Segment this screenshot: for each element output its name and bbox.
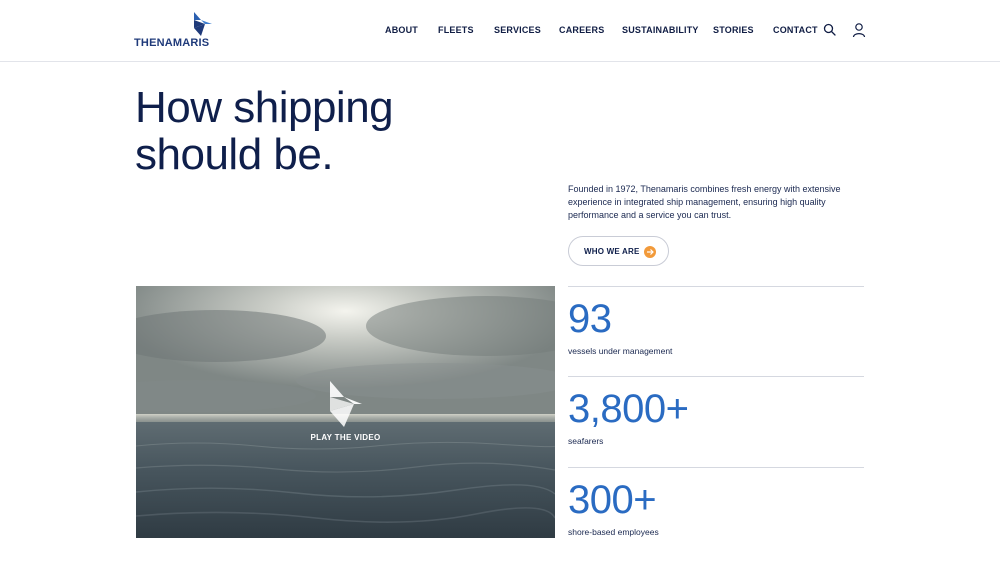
- stat-vessels: 93 vessels under management: [568, 286, 864, 376]
- logo-sail-icon: [194, 12, 212, 36]
- stat-seafarers: 3,800+ seafarers: [568, 376, 864, 467]
- arrow-right-icon: [644, 246, 656, 258]
- stat-label: shore-based employees: [568, 527, 659, 537]
- user-icon[interactable]: [852, 22, 866, 38]
- stat-employees: 300+ shore-based employees: [568, 467, 864, 547]
- intro-paragraph: Founded in 1972, Thenamaris combines fre…: [568, 184, 841, 220]
- who-we-are-label: WHO WE ARE: [584, 247, 640, 256]
- nav-services[interactable]: SERVICES: [494, 25, 541, 35]
- play-video-label: PLAY THE VIDEO: [310, 433, 381, 442]
- stat-value: 93: [568, 297, 612, 341]
- play-video-icon[interactable]: [328, 381, 364, 427]
- video-player[interactable]: PLAY THE VIDEO: [136, 286, 555, 538]
- logo-wordmark: THENAMARIS: [134, 37, 210, 49]
- nav-fleets[interactable]: FLEETS: [438, 25, 474, 35]
- who-we-are-button[interactable]: WHO WE ARE: [568, 236, 669, 266]
- search-icon[interactable]: [823, 22, 837, 38]
- stat-value: 300+: [568, 478, 657, 522]
- stat-label: vessels under management: [568, 346, 673, 356]
- nav-contact[interactable]: CONTACT: [773, 25, 818, 35]
- stat-value: 3,800+: [568, 387, 689, 431]
- nav-sustainability[interactable]: SUSTAINABILITY: [622, 25, 699, 35]
- stat-label: seafarers: [568, 436, 604, 446]
- hero-title-line-2: should be.: [135, 130, 334, 179]
- nav-about[interactable]: ABOUT: [385, 25, 418, 35]
- hero-title: How shipping should be.: [135, 84, 555, 178]
- hero-title-line-1: How shipping: [135, 83, 394, 132]
- nav-stories[interactable]: STORIES: [713, 25, 754, 35]
- site-header: THENAMARIS ABOUT FLEETS SERVICES CAREERS…: [0, 0, 1000, 62]
- nav-careers[interactable]: CAREERS: [559, 25, 604, 35]
- thenamaris-logo[interactable]: THENAMARIS: [134, 12, 218, 52]
